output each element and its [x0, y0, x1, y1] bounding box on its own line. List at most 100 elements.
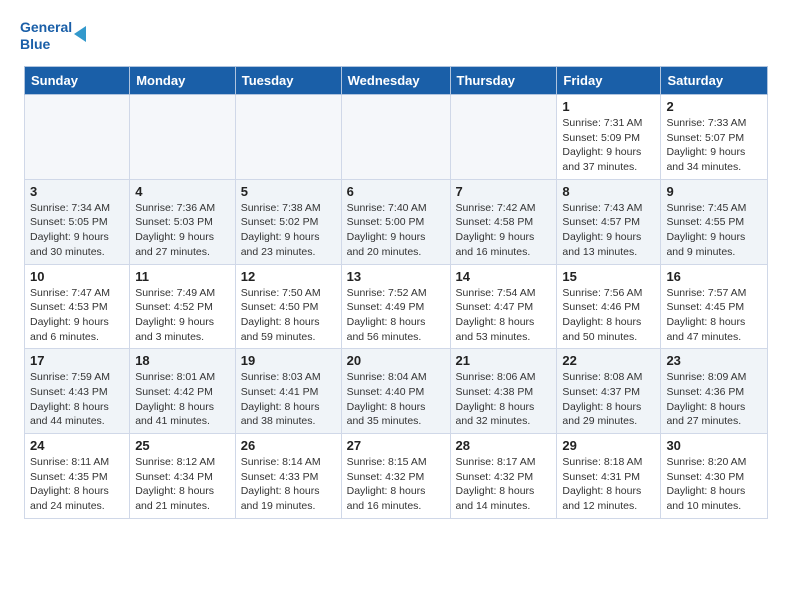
day-number: 7: [456, 184, 552, 199]
day-info: Sunrise: 8:14 AMSunset: 4:33 PMDaylight:…: [241, 455, 336, 514]
day-info: Sunrise: 7:31 AMSunset: 5:09 PMDaylight:…: [562, 116, 655, 175]
day-info: Sunrise: 8:12 AMSunset: 4:34 PMDaylight:…: [135, 455, 230, 514]
day-number: 6: [347, 184, 445, 199]
calendar-week-row: 17Sunrise: 7:59 AMSunset: 4:43 PMDayligh…: [25, 349, 768, 434]
calendar-day-cell: 26 Sunrise: 8:14 AMSunset: 4:33 PMDayligh…: [235, 434, 341, 519]
day-number: 20: [347, 353, 445, 368]
day-info: Sunrise: 8:20 AMSunset: 4:30 PMDaylight:…: [666, 455, 762, 514]
calendar-day-cell: 13 Sunrise: 7:52 AMSunset: 4:49 PMDayligh…: [341, 264, 450, 349]
svg-text:General: General: [20, 19, 72, 35]
weekday-header: Wednesday: [341, 67, 450, 95]
day-number: 21: [456, 353, 552, 368]
calendar-day-cell: 12 Sunrise: 7:50 AMSunset: 4:50 PMDayligh…: [235, 264, 341, 349]
day-info: Sunrise: 8:04 AMSunset: 4:40 PMDaylight:…: [347, 370, 445, 429]
day-number: 17: [30, 353, 124, 368]
day-info: Sunrise: 8:18 AMSunset: 4:31 PMDaylight:…: [562, 455, 655, 514]
calendar-day-cell: 14Sunrise: 7:54 AMSunset: 4:47 PMDayligh…: [450, 264, 557, 349]
day-number: 5: [241, 184, 336, 199]
day-number: 12: [241, 269, 336, 284]
calendar-day-cell: 7 Sunrise: 7:42 AMSunset: 4:58 PMDaylight…: [450, 179, 557, 264]
calendar-day-cell: 11Sunrise: 7:49 AMSunset: 4:52 PMDayligh…: [130, 264, 236, 349]
calendar-day-cell: 4 Sunrise: 7:36 AMSunset: 5:03 PMDaylight…: [130, 179, 236, 264]
day-info: Sunrise: 8:03 AMSunset: 4:41 PMDaylight:…: [241, 370, 336, 429]
calendar-week-row: 1 Sunrise: 7:31 AMSunset: 5:09 PMDaylight…: [25, 95, 768, 180]
calendar-day-cell: 18 Sunrise: 8:01 AMSunset: 4:42 PMDayligh…: [130, 349, 236, 434]
calendar-day-cell: 10 Sunrise: 7:47 AMSunset: 4:53 PMDayligh…: [25, 264, 130, 349]
calendar-day-cell: 16Sunrise: 7:57 AMSunset: 4:45 PMDayligh…: [661, 264, 768, 349]
day-number: 10: [30, 269, 124, 284]
calendar-day-cell: 24 Sunrise: 8:11 AMSunset: 4:35 PMDayligh…: [25, 434, 130, 519]
calendar-table: SundayMondayTuesdayWednesdayThursdayFrid…: [24, 66, 768, 519]
calendar-week-row: 24 Sunrise: 8:11 AMSunset: 4:35 PMDayligh…: [25, 434, 768, 519]
day-info: Sunrise: 7:45 AMSunset: 4:55 PMDaylight:…: [666, 201, 762, 260]
weekday-header: Sunday: [25, 67, 130, 95]
calendar-day-cell: 27 Sunrise: 8:15 AMSunset: 4:32 PMDayligh…: [341, 434, 450, 519]
svg-text:Blue: Blue: [20, 36, 51, 52]
day-info: Sunrise: 8:01 AMSunset: 4:42 PMDaylight:…: [135, 370, 230, 429]
day-info: Sunrise: 7:40 AMSunset: 5:00 PMDaylight:…: [347, 201, 445, 260]
calendar-day-cell: 25 Sunrise: 8:12 AMSunset: 4:34 PMDayligh…: [130, 434, 236, 519]
day-number: 22: [562, 353, 655, 368]
calendar-day-cell: 5 Sunrise: 7:38 AMSunset: 5:02 PMDaylight…: [235, 179, 341, 264]
calendar-day-cell: 23 Sunrise: 8:09 AMSunset: 4:36 PMDayligh…: [661, 349, 768, 434]
day-info: Sunrise: 7:47 AMSunset: 4:53 PMDaylight:…: [30, 286, 124, 345]
day-number: 27: [347, 438, 445, 453]
day-number: 30: [666, 438, 762, 453]
calendar-day-cell: 1 Sunrise: 7:31 AMSunset: 5:09 PMDaylight…: [557, 95, 661, 180]
calendar-day-cell: 8 Sunrise: 7:43 AMSunset: 4:57 PMDaylight…: [557, 179, 661, 264]
calendar-day-cell: 19 Sunrise: 8:03 AMSunset: 4:41 PMDayligh…: [235, 349, 341, 434]
day-number: 23: [666, 353, 762, 368]
day-info: Sunrise: 8:15 AMSunset: 4:32 PMDaylight:…: [347, 455, 445, 514]
calendar-day-cell: 3 Sunrise: 7:34 AMSunset: 5:05 PMDaylight…: [25, 179, 130, 264]
weekday-header: Saturday: [661, 67, 768, 95]
day-info: Sunrise: 7:43 AMSunset: 4:57 PMDaylight:…: [562, 201, 655, 260]
calendar-week-row: 10 Sunrise: 7:47 AMSunset: 4:53 PMDayligh…: [25, 264, 768, 349]
day-info: Sunrise: 7:49 AMSunset: 4:52 PMDaylight:…: [135, 286, 230, 345]
day-number: 4: [135, 184, 230, 199]
calendar-header-row: SundayMondayTuesdayWednesdayThursdayFrid…: [25, 67, 768, 95]
weekday-header: Tuesday: [235, 67, 341, 95]
calendar-day-cell: 30 Sunrise: 8:20 AMSunset: 4:30 PMDayligh…: [661, 434, 768, 519]
day-number: 3: [30, 184, 124, 199]
weekday-header: Monday: [130, 67, 236, 95]
day-info: Sunrise: 7:56 AMSunset: 4:46 PMDaylight:…: [562, 286, 655, 345]
logo-svg: General Blue: [20, 16, 90, 58]
day-number: 1: [562, 99, 655, 114]
calendar-day-cell: [25, 95, 130, 180]
calendar-day-cell: [130, 95, 236, 180]
day-number: 25: [135, 438, 230, 453]
day-info: Sunrise: 8:06 AMSunset: 4:38 PMDaylight:…: [456, 370, 552, 429]
day-info: Sunrise: 7:36 AMSunset: 5:03 PMDaylight:…: [135, 201, 230, 260]
calendar-day-cell: [450, 95, 557, 180]
day-info: Sunrise: 7:34 AMSunset: 5:05 PMDaylight:…: [30, 201, 124, 260]
day-number: 18: [135, 353, 230, 368]
logo: General Blue: [20, 16, 90, 58]
calendar-week-row: 3 Sunrise: 7:34 AMSunset: 5:05 PMDaylight…: [25, 179, 768, 264]
day-number: 24: [30, 438, 124, 453]
day-number: 8: [562, 184, 655, 199]
day-info: Sunrise: 7:42 AMSunset: 4:58 PMDaylight:…: [456, 201, 552, 260]
weekday-header: Thursday: [450, 67, 557, 95]
day-info: Sunrise: 7:50 AMSunset: 4:50 PMDaylight:…: [241, 286, 336, 345]
calendar-day-cell: 29 Sunrise: 8:18 AMSunset: 4:31 PMDayligh…: [557, 434, 661, 519]
calendar-day-cell: 21 Sunrise: 8:06 AMSunset: 4:38 PMDayligh…: [450, 349, 557, 434]
calendar-day-cell: 2Sunrise: 7:33 AMSunset: 5:07 PMDaylight…: [661, 95, 768, 180]
calendar-day-cell: 20 Sunrise: 8:04 AMSunset: 4:40 PMDayligh…: [341, 349, 450, 434]
day-info: Sunrise: 8:11 AMSunset: 4:35 PMDaylight:…: [30, 455, 124, 514]
day-number: 26: [241, 438, 336, 453]
day-info: Sunrise: 7:54 AMSunset: 4:47 PMDaylight:…: [456, 286, 552, 345]
day-number: 19: [241, 353, 336, 368]
day-info: Sunrise: 7:52 AMSunset: 4:49 PMDaylight:…: [347, 286, 445, 345]
calendar-wrap: SundayMondayTuesdayWednesdayThursdayFrid…: [0, 66, 792, 531]
calendar-day-cell: 28Sunrise: 8:17 AMSunset: 4:32 PMDayligh…: [450, 434, 557, 519]
calendar-day-cell: 22Sunrise: 8:08 AMSunset: 4:37 PMDayligh…: [557, 349, 661, 434]
day-number: 13: [347, 269, 445, 284]
day-info: Sunrise: 7:38 AMSunset: 5:02 PMDaylight:…: [241, 201, 336, 260]
day-info: Sunrise: 7:57 AMSunset: 4:45 PMDaylight:…: [666, 286, 762, 345]
calendar-day-cell: 17Sunrise: 7:59 AMSunset: 4:43 PMDayligh…: [25, 349, 130, 434]
day-number: 2: [666, 99, 762, 114]
day-number: 29: [562, 438, 655, 453]
calendar-day-cell: [341, 95, 450, 180]
calendar-day-cell: 15Sunrise: 7:56 AMSunset: 4:46 PMDayligh…: [557, 264, 661, 349]
day-info: Sunrise: 8:09 AMSunset: 4:36 PMDaylight:…: [666, 370, 762, 429]
